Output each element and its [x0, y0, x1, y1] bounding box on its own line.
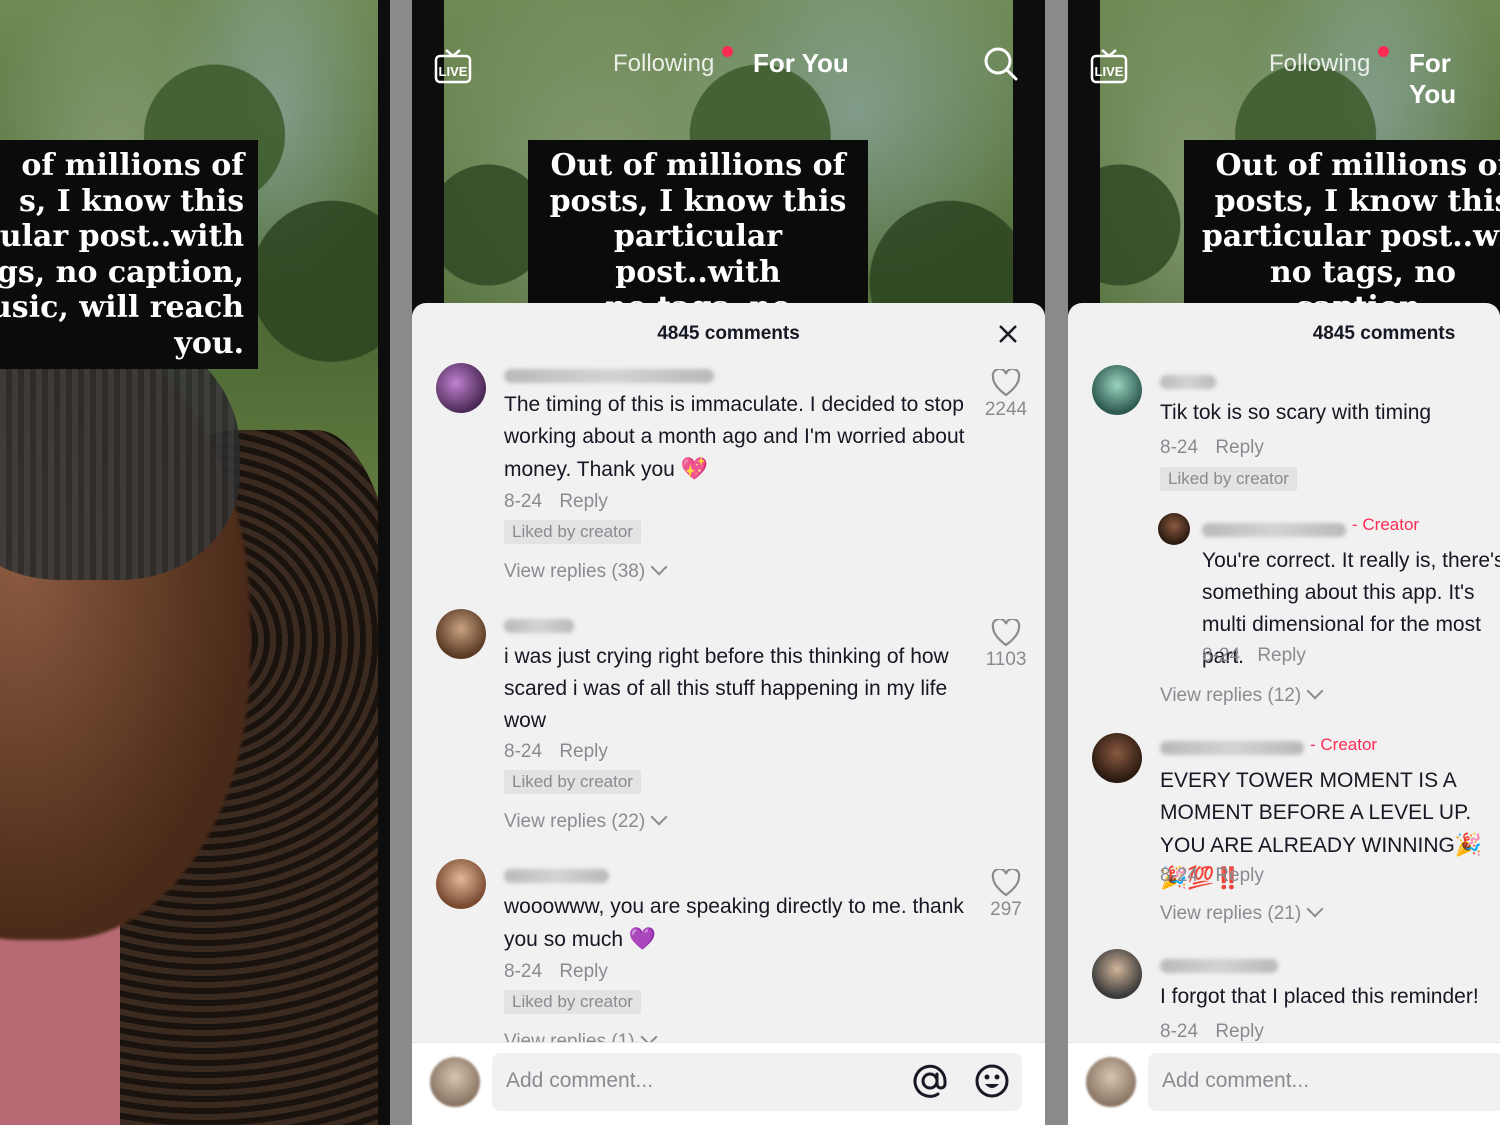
reply-button[interactable]: Reply: [1215, 865, 1264, 886]
username-blurred[interactable]: [1202, 523, 1346, 537]
comment-meta: 8-24 Reply: [1160, 437, 1264, 459]
notification-dot: [1378, 46, 1389, 57]
video-caption-overlay: of millions of s, I know this ular post.…: [0, 140, 259, 369]
username-blurred[interactable]: [504, 619, 574, 633]
live-tv-icon[interactable]: LIVE: [434, 48, 472, 84]
comment-text: I forgot that I placed this reminder!: [1160, 985, 1479, 1008]
mention-at-icon[interactable]: [912, 1063, 948, 1099]
comment-meta: 8-24 Reply: [1202, 645, 1306, 667]
reply-button[interactable]: Reply: [1257, 645, 1306, 666]
liked-by-creator-badge: Liked by creator: [1160, 467, 1297, 491]
creator-tag: - Creator: [1310, 735, 1378, 754]
comment-text: i was just crying right before this thin…: [504, 645, 949, 732]
comments-count-title: 4845 comments: [1312, 323, 1456, 344]
username-blurred[interactable]: [1160, 741, 1304, 755]
view-replies-button[interactable]: View replies (22): [504, 808, 668, 833]
live-tv-icon[interactable]: LIVE: [1090, 48, 1128, 84]
like-count: 2244: [984, 399, 1028, 420]
comment-meta: 8-24 Reply: [1160, 1021, 1264, 1043]
sparkling-heart-emoji: 💖: [680, 456, 709, 481]
like-count: 297: [990, 899, 1022, 920]
heart-icon[interactable]: [991, 619, 1021, 647]
video-panel-right[interactable]: LIVE Following For You Out of millions o…: [1068, 0, 1500, 1125]
avatar[interactable]: [1092, 949, 1142, 999]
svg-text:LIVE: LIVE: [439, 64, 468, 79]
liked-by-creator-badge: Liked by creator: [504, 520, 641, 544]
heart-icon[interactable]: [991, 869, 1021, 897]
comment-date: 8-24: [1160, 1021, 1199, 1042]
username-blurred[interactable]: [504, 869, 609, 883]
reply-button[interactable]: Reply: [559, 961, 608, 982]
view-replies-button[interactable]: View replies (21): [1160, 900, 1324, 925]
video-panel-left[interactable]: of millions of s, I know this ular post.…: [0, 0, 390, 1125]
tab-for-you[interactable]: For You: [753, 48, 849, 79]
comment-meta: 8-24 Reply: [504, 491, 608, 513]
frame-edge: [378, 0, 390, 1125]
avatar[interactable]: [436, 363, 486, 413]
comment-composer: Add comment...: [412, 1042, 1045, 1125]
liked-by-creator-badge: Liked by creator: [504, 770, 641, 794]
chevron-down-icon: [1306, 682, 1324, 700]
tab-following[interactable]: Following: [1269, 50, 1370, 78]
search-icon[interactable]: [983, 46, 1019, 82]
comment-date: 8-24: [1202, 645, 1241, 666]
top-navigation: LIVE Following For You: [1068, 40, 1500, 109]
username-blurred[interactable]: [1160, 375, 1216, 389]
top-navigation: LIVE Following For You: [412, 40, 1045, 90]
reply-button[interactable]: Reply: [1215, 437, 1264, 458]
comment-meta: 8-24 Reply: [1160, 865, 1264, 887]
reply-button[interactable]: Reply: [559, 741, 608, 762]
reply-button[interactable]: Reply: [1215, 1021, 1264, 1042]
like-button[interactable]: 297: [979, 869, 1033, 921]
comment-text: The timing of this is immaculate. I deci…: [504, 393, 965, 481]
chevron-down-icon: [650, 558, 668, 576]
emoji-smile-icon[interactable]: [974, 1063, 1010, 1099]
comment-date: 8-24: [1160, 865, 1199, 886]
reply-button[interactable]: Reply: [559, 491, 608, 512]
purple-heart-emoji: 💜: [628, 926, 657, 951]
comments-sheet: 4845 comments The timing of this is imma…: [412, 303, 1045, 1125]
my-avatar[interactable]: [1086, 1057, 1136, 1107]
comment-date: 8-24: [504, 491, 543, 512]
add-comment-input[interactable]: Add comment...: [1148, 1053, 1500, 1111]
view-replies-button[interactable]: View replies (12): [1160, 682, 1324, 707]
creator-avatar[interactable]: [1092, 733, 1142, 783]
comment-date: 8-24: [504, 961, 543, 982]
like-count: 1103: [985, 649, 1027, 670]
comment-date: 8-24: [1160, 437, 1199, 458]
comment-text: wooowww, you are speaking directly to me…: [504, 895, 964, 951]
my-avatar[interactable]: [430, 1057, 480, 1107]
comment-composer: Add comment...: [1068, 1042, 1500, 1125]
tab-for-you[interactable]: For You: [1409, 48, 1500, 110]
avatar[interactable]: [436, 859, 486, 909]
liked-by-creator-badge: Liked by creator: [504, 990, 641, 1014]
username-blurred[interactable]: [1160, 959, 1278, 973]
comment-text: Tik tok is so scary with timing: [1160, 401, 1432, 424]
creator-avatar[interactable]: [1158, 513, 1190, 545]
video-panel-middle[interactable]: LIVE Following For You Out of millions o…: [412, 0, 1045, 1125]
close-icon[interactable]: [997, 323, 1019, 345]
avatar[interactable]: [436, 609, 486, 659]
avatar[interactable]: [1092, 365, 1142, 415]
view-replies-button[interactable]: View replies (38): [504, 558, 668, 583]
comment-meta: 8-24 Reply: [504, 961, 608, 983]
creator-tag: - Creator: [1352, 515, 1420, 534]
comments-count-title: 4845 comments: [657, 323, 800, 344]
comment-meta: 8-24 Reply: [504, 741, 608, 763]
chevron-down-icon: [650, 808, 668, 826]
like-button[interactable]: 1103: [979, 619, 1033, 671]
heart-icon[interactable]: [991, 369, 1021, 397]
like-button[interactable]: 2244: [979, 369, 1033, 421]
username-blurred[interactable]: [504, 369, 714, 383]
notification-dot: [722, 46, 733, 57]
comment-date: 8-24: [504, 741, 543, 762]
chevron-down-icon: [1306, 900, 1324, 918]
tab-following[interactable]: Following: [613, 50, 714, 78]
svg-text:LIVE: LIVE: [1095, 64, 1124, 79]
comments-sheet: 4845 comments Tik tok is so scary with t…: [1068, 303, 1500, 1125]
